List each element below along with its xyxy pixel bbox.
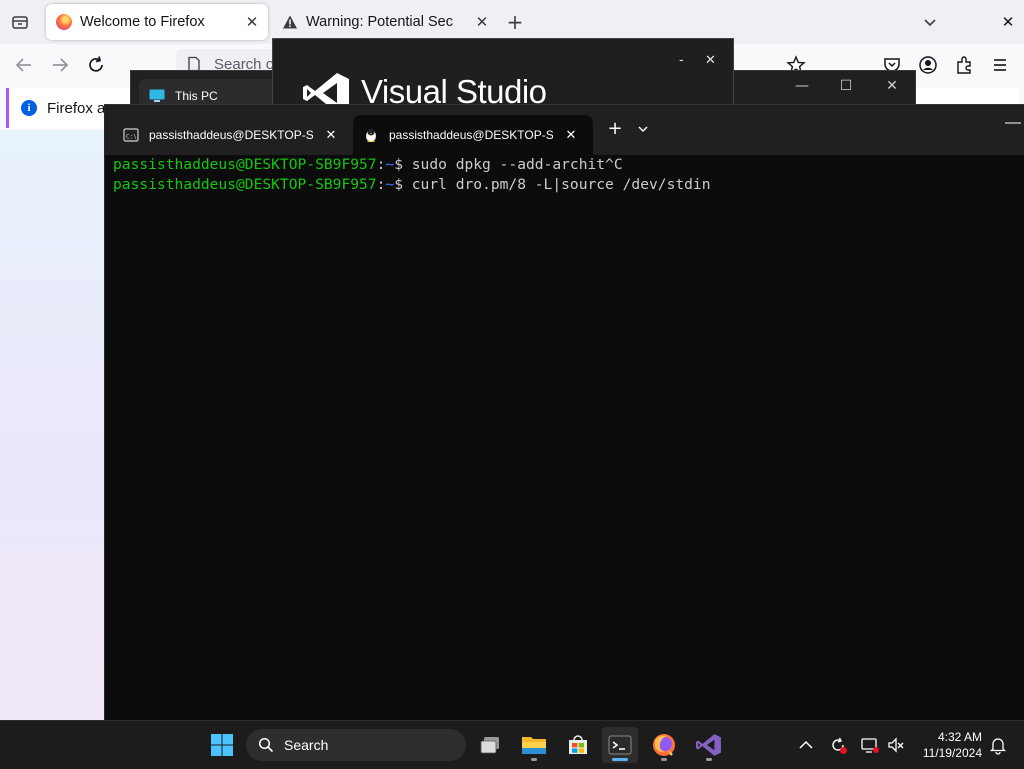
start-button[interactable] xyxy=(204,727,240,763)
terminal-output[interactable]: passisthaddeus@DESKTOP-SB9F957:~$ sudo d… xyxy=(113,155,1013,715)
minimize-icon[interactable]: — xyxy=(787,76,817,96)
warning-icon xyxy=(283,15,297,29)
close-icon[interactable]: ✕ xyxy=(705,53,716,68)
menu-hamburger-icon[interactable] xyxy=(989,54,1011,76)
new-tab-button[interactable]: + xyxy=(505,12,525,32)
firefox-taskbar-button[interactable] xyxy=(646,727,682,763)
taskbar-clock[interactable]: 4:32 AM 11/19/2024 xyxy=(912,729,982,761)
prompt-symbol: $ xyxy=(394,156,412,173)
list-all-tabs-icon[interactable] xyxy=(920,12,940,32)
firefox-favicon-icon xyxy=(56,14,72,30)
running-indicator xyxy=(612,758,628,761)
firefox-view-icon[interactable] xyxy=(10,12,30,32)
new-terminal-tab-button[interactable]: + xyxy=(605,119,625,139)
taskbar-search[interactable]: Search xyxy=(246,729,466,761)
close-icon[interactable]: ✕ xyxy=(877,76,907,96)
command-text: sudo dpkg --add-archit^C xyxy=(411,156,623,173)
task-view-icon xyxy=(480,737,499,754)
store-icon xyxy=(569,735,587,754)
forward-arrow-icon[interactable] xyxy=(49,54,71,76)
minimize-icon[interactable]: - xyxy=(679,53,684,68)
prompt-user: passisthaddeus@DESKTOP-SB9F957 xyxy=(113,156,377,173)
terminal-tab-label: passisthaddeus@DESKTOP-SB9F957: ~ xyxy=(389,128,553,142)
tab-label: Warning: Potential Sec xyxy=(306,14,453,30)
microsoft-store-button[interactable] xyxy=(560,727,596,763)
explorer-tab-label: This PC xyxy=(175,89,218,103)
svg-text:C:\: C:\ xyxy=(126,134,137,141)
linux-penguin-icon xyxy=(366,128,376,142)
speaker-muted-icon[interactable] xyxy=(886,735,906,755)
file-explorer-button[interactable] xyxy=(516,727,552,763)
firefox-icon xyxy=(653,734,675,756)
maximize-icon[interactable]: ☐ xyxy=(831,76,861,96)
close-tab-icon[interactable]: ✕ xyxy=(472,13,492,31)
search-label: Search xyxy=(284,737,329,753)
prompt-path: ~ xyxy=(385,175,395,193)
taskbar: Search 4:32 AM 11/19/2024 xyxy=(0,720,1024,769)
reload-icon[interactable] xyxy=(85,54,107,76)
notification-text: Firefox a xyxy=(47,99,106,117)
terminal-taskbar-button[interactable] xyxy=(602,727,638,763)
chevron-up-icon[interactable] xyxy=(796,735,816,755)
windows-terminal-window: C:\ passisthaddeus@DESKTOP-SB9F957: ~ ✕ … xyxy=(104,104,1024,721)
visual-studio-taskbar-button[interactable] xyxy=(691,727,727,763)
info-icon: i xyxy=(21,100,37,116)
this-pc-icon xyxy=(149,89,165,102)
cmd-icon: C:\ xyxy=(123,128,139,142)
terminal-line: passisthaddeus@DESKTOP-SB9F957:~$ sudo d… xyxy=(113,155,1013,175)
chevron-down-icon[interactable] xyxy=(635,121,651,137)
account-icon[interactable] xyxy=(917,54,939,76)
close-window-icon[interactable]: ✕ xyxy=(998,12,1018,32)
folder-icon xyxy=(522,737,546,754)
running-indicator xyxy=(531,758,537,761)
running-indicator xyxy=(706,758,712,761)
close-tab-icon[interactable]: ✕ xyxy=(323,127,339,143)
command-text: curl dro.pm/8 -L|source /dev/stdin xyxy=(411,175,711,193)
tab-label: Welcome to Firefox xyxy=(80,14,205,30)
sync-error-icon[interactable] xyxy=(828,735,848,755)
visual-studio-icon xyxy=(696,734,721,756)
display-network-icon[interactable] xyxy=(860,735,880,755)
running-indicator xyxy=(661,758,667,761)
terminal-tab-cmd[interactable]: C:\ passisthaddeus@DESKTOP-SB9F957: ~ ✕ xyxy=(113,115,349,155)
clock-date: 11/19/2024 xyxy=(922,746,982,760)
prompt-user: passisthaddeus@DESKTOP-SB9F957 xyxy=(113,175,377,193)
prompt-symbol: $ xyxy=(394,175,412,193)
prompt-path: ~ xyxy=(385,156,395,173)
firefox-tab-welcome[interactable]: Welcome to Firefox ✕ xyxy=(46,4,268,40)
terminal-tab-label: passisthaddeus@DESKTOP-SB9F957: ~ xyxy=(149,128,313,142)
terminal-tab-linux[interactable]: passisthaddeus@DESKTOP-SB9F957: ~ ✕ xyxy=(353,115,593,155)
minimize-icon[interactable] xyxy=(1003,117,1023,129)
extensions-icon[interactable] xyxy=(953,54,975,76)
notification-bell-icon[interactable] xyxy=(988,735,1008,755)
windows-start-icon xyxy=(211,734,233,756)
visual-studio-splash: Visual Studio - ✕ xyxy=(272,38,734,110)
task-view-button[interactable] xyxy=(472,727,508,763)
close-tab-icon[interactable]: ✕ xyxy=(242,13,262,31)
firefox-tab-warning[interactable]: Warning: Potential Sec ✕ xyxy=(272,4,498,40)
terminal-line: passisthaddeus@DESKTOP-SB9F957:~$ curl d… xyxy=(113,175,1013,195)
back-arrow-icon[interactable] xyxy=(13,54,35,76)
clock-time: 4:32 AM xyxy=(937,730,982,744)
search-icon xyxy=(258,737,274,753)
close-tab-icon[interactable]: ✕ xyxy=(563,127,579,143)
terminal-tab-bar: C:\ passisthaddeus@DESKTOP-SB9F957: ~ ✕ … xyxy=(105,105,1024,155)
terminal-icon xyxy=(608,735,632,755)
